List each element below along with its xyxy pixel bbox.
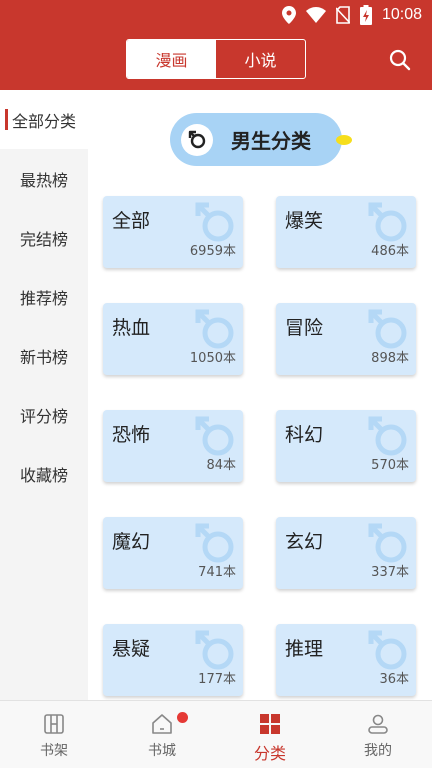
male-watermark-icon <box>195 630 234 670</box>
tab-novels[interactable]: 小说 <box>216 40 305 78</box>
category-count: 36本 <box>379 672 409 687</box>
male-watermark-icon <box>368 309 407 349</box>
tab-comics[interactable]: 漫画 <box>127 40 216 78</box>
category-name: 推理 <box>285 638 324 660</box>
nav-label: 书架 <box>40 743 68 759</box>
category-card-magic[interactable]: 魔幻 741本 <box>103 517 243 589</box>
category-card-mystery[interactable]: 悬疑 177本 <box>103 624 243 696</box>
category-name: 恐怖 <box>112 424 151 446</box>
category-count: 570本 <box>371 458 409 473</box>
category-name: 冒险 <box>285 317 324 339</box>
sidebar-item-recommended[interactable]: 推荐榜 <box>0 267 88 326</box>
male-symbol-icon <box>181 123 213 156</box>
sidebar-item-all-categories[interactable]: 全部分类 <box>0 90 88 149</box>
category-name: 爆笑 <box>285 210 324 232</box>
category-count: 84本 <box>206 458 236 473</box>
category-sidebar: 全部分类 最热榜 完结榜 推荐榜 新书榜 评分榜 收藏榜 <box>0 90 88 700</box>
category-name: 热血 <box>112 317 151 339</box>
male-watermark-icon <box>195 416 234 456</box>
search-icon[interactable] <box>388 48 412 72</box>
content-type-tabs: 漫画 小说 <box>126 39 306 79</box>
category-name: 魔幻 <box>112 531 151 553</box>
male-watermark-icon <box>368 202 407 242</box>
category-content: 男生分类 全部 6959本 爆笑 486本 热血 1050本 冒险 898本 恐… <box>88 90 432 700</box>
nav-label: 书城 <box>148 743 176 759</box>
category-card-horror[interactable]: 恐怖 84本 <box>103 410 243 482</box>
sidebar-item-new-books[interactable]: 新书榜 <box>0 326 88 385</box>
category-card-scifi[interactable]: 科幻 570本 <box>276 410 416 482</box>
home-icon <box>152 714 172 734</box>
nav-label: 我的 <box>364 743 392 759</box>
category-count: 486本 <box>371 244 409 259</box>
category-card-hotblood[interactable]: 热血 1050本 <box>103 303 243 375</box>
category-count: 177本 <box>198 672 236 687</box>
male-watermark-icon <box>195 202 234 242</box>
category-card-all[interactable]: 全部 6959本 <box>103 196 243 268</box>
category-count: 337本 <box>371 565 409 580</box>
category-name: 科幻 <box>285 424 324 446</box>
decorative-dot <box>336 135 352 145</box>
sidebar-item-completed[interactable]: 完结榜 <box>0 208 88 267</box>
section-header-male: 男生分类 <box>170 113 352 166</box>
nav-profile[interactable]: 我的 <box>324 701 432 768</box>
category-name: 悬疑 <box>112 638 151 660</box>
category-icon <box>260 714 280 734</box>
male-watermark-icon <box>368 416 407 456</box>
bottom-navigation: 书架 书城 分类 我的 <box>0 700 432 768</box>
category-count: 6959本 <box>189 244 236 259</box>
status-time: 10:08 <box>381 6 422 23</box>
wifi-icon <box>305 7 326 23</box>
category-card-comedy[interactable]: 爆笑 486本 <box>276 196 416 268</box>
bookshelf-icon <box>44 714 64 734</box>
male-watermark-icon <box>368 523 407 563</box>
nav-bookstore[interactable]: 书城 <box>108 701 216 768</box>
category-card-fantasy[interactable]: 玄幻 337本 <box>276 517 416 589</box>
notification-dot <box>177 712 188 723</box>
category-card-detective[interactable]: 推理 36本 <box>276 624 416 696</box>
sidebar-item-rating[interactable]: 评分榜 <box>0 385 88 444</box>
category-card-adventure[interactable]: 冒险 898本 <box>276 303 416 375</box>
profile-icon <box>368 714 388 734</box>
male-watermark-icon <box>368 630 407 670</box>
nav-label: 分类 <box>253 744 286 763</box>
category-name: 全部 <box>112 210 151 232</box>
nav-category[interactable]: 分类 <box>216 701 324 768</box>
male-watermark-icon <box>195 309 234 349</box>
category-name: 玄幻 <box>285 531 324 553</box>
category-count: 741本 <box>198 565 236 580</box>
no-sim-icon <box>335 6 350 24</box>
sidebar-item-favorites[interactable]: 收藏榜 <box>0 444 88 503</box>
section-title: 男生分类 <box>231 129 311 153</box>
sidebar-item-hottest[interactable]: 最热榜 <box>0 149 88 208</box>
battery-charging-icon <box>359 5 372 25</box>
location-icon <box>281 6 296 24</box>
status-bar: 10:08 <box>0 0 432 30</box>
category-count: 1050本 <box>189 351 236 366</box>
male-watermark-icon <box>195 523 234 563</box>
category-count: 898本 <box>371 351 409 366</box>
nav-bookshelf[interactable]: 书架 <box>0 701 108 768</box>
header-bar: 10:08 漫画 小说 <box>0 0 432 90</box>
